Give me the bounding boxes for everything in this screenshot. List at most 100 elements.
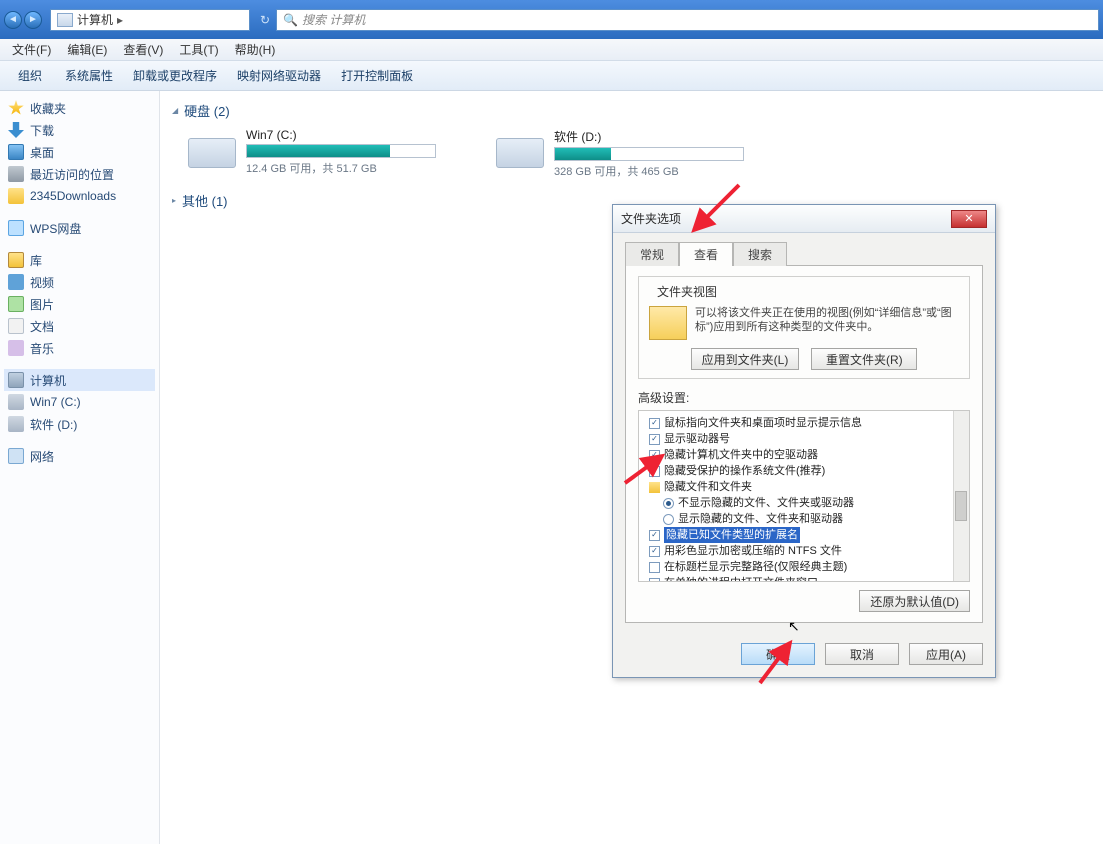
refresh-icon[interactable]: ↻ xyxy=(254,13,276,27)
sidebar-item-label: 视频 xyxy=(30,274,54,291)
checkbox-icon: ✓ xyxy=(649,530,660,541)
address-bar[interactable]: 计算机 ▸ xyxy=(50,9,250,31)
sidebar-drive-d[interactable]: 软件 (D:) xyxy=(4,413,155,435)
search-icon: 🔍 xyxy=(283,13,298,27)
advanced-option[interactable]: ✓隐藏受保护的操作系统文件(推荐) xyxy=(645,463,963,479)
folder-icon xyxy=(8,188,24,204)
desktop-icon xyxy=(8,144,24,160)
radio-icon xyxy=(663,498,674,509)
sidebar-computer[interactable]: 计算机 xyxy=(4,369,155,391)
advanced-option[interactable]: ✓显示驱动器号 xyxy=(645,431,963,447)
option-label: 在标题栏显示完整路径(仅限经典主题) xyxy=(664,559,847,575)
sidebar-documents[interactable]: 文档 xyxy=(4,315,155,337)
advanced-option[interactable]: 隐藏文件和文件夹 xyxy=(645,479,963,495)
option-label: 不显示隐藏的文件、文件夹或驱动器 xyxy=(678,495,854,511)
checkbox-icon xyxy=(649,562,660,573)
option-label: 显示驱动器号 xyxy=(664,431,730,447)
advanced-option[interactable]: ✓隐藏已知文件类型的扩展名 xyxy=(645,527,963,543)
category-hard-disks[interactable]: 硬盘 (2) xyxy=(172,101,1091,120)
cloud-icon xyxy=(8,220,24,236)
sidebar-music[interactable]: 音乐 xyxy=(4,337,155,359)
restore-defaults-button[interactable]: 还原为默认值(D) xyxy=(859,590,970,612)
sidebar-wps[interactable]: WPS网盘 xyxy=(4,217,155,239)
advanced-option[interactable]: 不显示隐藏的文件、文件夹或驱动器 xyxy=(645,495,963,511)
option-label: 用彩色显示加密或压缩的 NTFS 文件 xyxy=(664,543,842,559)
document-icon xyxy=(8,318,24,334)
sidebar-libraries[interactable]: 库 xyxy=(4,249,155,271)
advanced-settings-list[interactable]: ✓鼠标指向文件夹和桌面项时显示提示信息✓显示驱动器号✓隐藏计算机文件夹中的空驱动… xyxy=(638,410,970,582)
forward-button[interactable]: ► xyxy=(24,11,42,29)
option-label: 隐藏文件和文件夹 xyxy=(664,479,752,495)
cancel-button[interactable]: 取消 xyxy=(825,643,899,665)
tool-map-network-drive[interactable]: 映射网络驱动器 xyxy=(227,67,331,84)
apply-to-folders-button[interactable]: 应用到文件夹(L) xyxy=(691,348,800,370)
dialog-panel: 文件夹视图 可以将该文件夹正在使用的视图(例如“详细信息”或“图标”)应用到所有… xyxy=(625,265,983,623)
tool-open-control-panel[interactable]: 打开控制面板 xyxy=(331,67,423,84)
option-label: 鼠标指向文件夹和桌面项时显示提示信息 xyxy=(664,415,862,431)
advanced-option[interactable]: 在单独的进程中打开文件夹窗口 xyxy=(645,575,963,582)
computer-icon xyxy=(8,372,24,388)
sidebar-favorites[interactable]: 收藏夹 xyxy=(4,97,155,119)
toolbar: 组织 系统属性 卸载或更改程序 映射网络驱动器 打开控制面板 xyxy=(0,61,1103,91)
sidebar-downloads[interactable]: 下载 xyxy=(4,119,155,141)
sidebar-item-label: 2345Downloads xyxy=(30,189,116,203)
drive-name: 软件 (D:) xyxy=(554,128,744,145)
apply-button[interactable]: 应用(A) xyxy=(909,643,983,665)
ok-button[interactable]: 确定 xyxy=(741,643,815,665)
advanced-option[interactable]: ✓用彩色显示加密或压缩的 NTFS 文件 xyxy=(645,543,963,559)
close-button[interactable]: ✕ xyxy=(951,210,987,228)
advanced-option[interactable]: ✓隐藏计算机文件夹中的空驱动器 xyxy=(645,447,963,463)
menu-file[interactable]: 文件(F) xyxy=(4,41,59,58)
menu-bar: 文件(F) 编辑(E) 查看(V) 工具(T) 帮助(H) xyxy=(0,39,1103,61)
radio-icon xyxy=(663,514,674,525)
advanced-option[interactable]: ✓ 鼠标指向文件夹和桌面项时显示提示信息 xyxy=(645,415,963,431)
sidebar-item-label: WPS网盘 xyxy=(30,220,81,237)
sidebar-item-label: 收藏夹 xyxy=(30,100,66,117)
drive-item[interactable]: Win7 (C:) 12.4 GB 可用，共 51.7 GB xyxy=(188,128,436,179)
advanced-option[interactable]: 显示隐藏的文件、文件夹和驱动器 xyxy=(645,511,963,527)
sidebar-recent[interactable]: 最近访问的位置 xyxy=(4,163,155,185)
star-icon xyxy=(8,100,24,116)
folder-views-group: 文件夹视图 可以将该文件夹正在使用的视图(例如“详细信息”或“图标”)应用到所有… xyxy=(638,276,970,379)
usage-text: 12.4 GB 可用，共 51.7 GB xyxy=(246,160,436,176)
sidebar-item-label: 库 xyxy=(30,252,42,269)
tool-organize[interactable]: 组织 xyxy=(8,67,55,84)
menu-view[interactable]: 查看(V) xyxy=(115,41,171,58)
sidebar-videos[interactable]: 视频 xyxy=(4,271,155,293)
checkbox-icon: ✓ xyxy=(649,418,660,429)
sidebar-2345downloads[interactable]: 2345Downloads xyxy=(4,185,155,207)
scrollbar-thumb[interactable] xyxy=(955,491,967,521)
advanced-option[interactable]: 在标题栏显示完整路径(仅限经典主题) xyxy=(645,559,963,575)
menu-edit[interactable]: 编辑(E) xyxy=(59,41,115,58)
menu-tools[interactable]: 工具(T) xyxy=(171,41,226,58)
category-label: 硬盘 (2) xyxy=(184,101,230,120)
library-icon xyxy=(8,252,24,268)
drive-item[interactable]: 软件 (D:) 328 GB 可用，共 465 GB xyxy=(496,128,744,179)
sidebar-drive-c[interactable]: Win7 (C:) xyxy=(4,391,155,413)
tab-view[interactable]: 查看 xyxy=(679,242,733,266)
drives-row: Win7 (C:) 12.4 GB 可用，共 51.7 GB 软件 (D:) 3… xyxy=(188,128,1091,179)
sidebar-item-label: 最近访问的位置 xyxy=(30,166,114,183)
category-label: 其他 (1) xyxy=(182,191,228,210)
checkbox-icon: ✓ xyxy=(649,450,660,461)
sidebar-desktop[interactable]: 桌面 xyxy=(4,141,155,163)
sidebar-network[interactable]: 网络 xyxy=(4,445,155,467)
menu-help[interactable]: 帮助(H) xyxy=(227,41,284,58)
video-icon xyxy=(8,274,24,290)
scrollbar[interactable] xyxy=(953,411,969,581)
option-label: 隐藏受保护的操作系统文件(推荐) xyxy=(664,463,825,479)
sidebar-pictures[interactable]: 图片 xyxy=(4,293,155,315)
back-button[interactable]: ◄ xyxy=(4,11,22,29)
folder-icon xyxy=(649,482,660,493)
tab-search[interactable]: 搜索 xyxy=(733,242,787,266)
option-label: 在单独的进程中打开文件夹窗口 xyxy=(664,575,818,582)
tab-general[interactable]: 常规 xyxy=(625,242,679,266)
download-icon xyxy=(8,122,24,138)
dialog-tabs: 常规 查看 搜索 xyxy=(613,233,995,265)
option-label: 显示隐藏的文件、文件夹和驱动器 xyxy=(678,511,843,527)
reset-folders-button[interactable]: 重置文件夹(R) xyxy=(811,348,917,370)
tool-uninstall-program[interactable]: 卸载或更改程序 xyxy=(123,67,227,84)
search-input[interactable]: 🔍 搜索 计算机 xyxy=(276,9,1099,31)
dialog-titlebar[interactable]: 文件夹选项 ✕ xyxy=(613,205,995,233)
tool-system-properties[interactable]: 系统属性 xyxy=(55,67,123,84)
